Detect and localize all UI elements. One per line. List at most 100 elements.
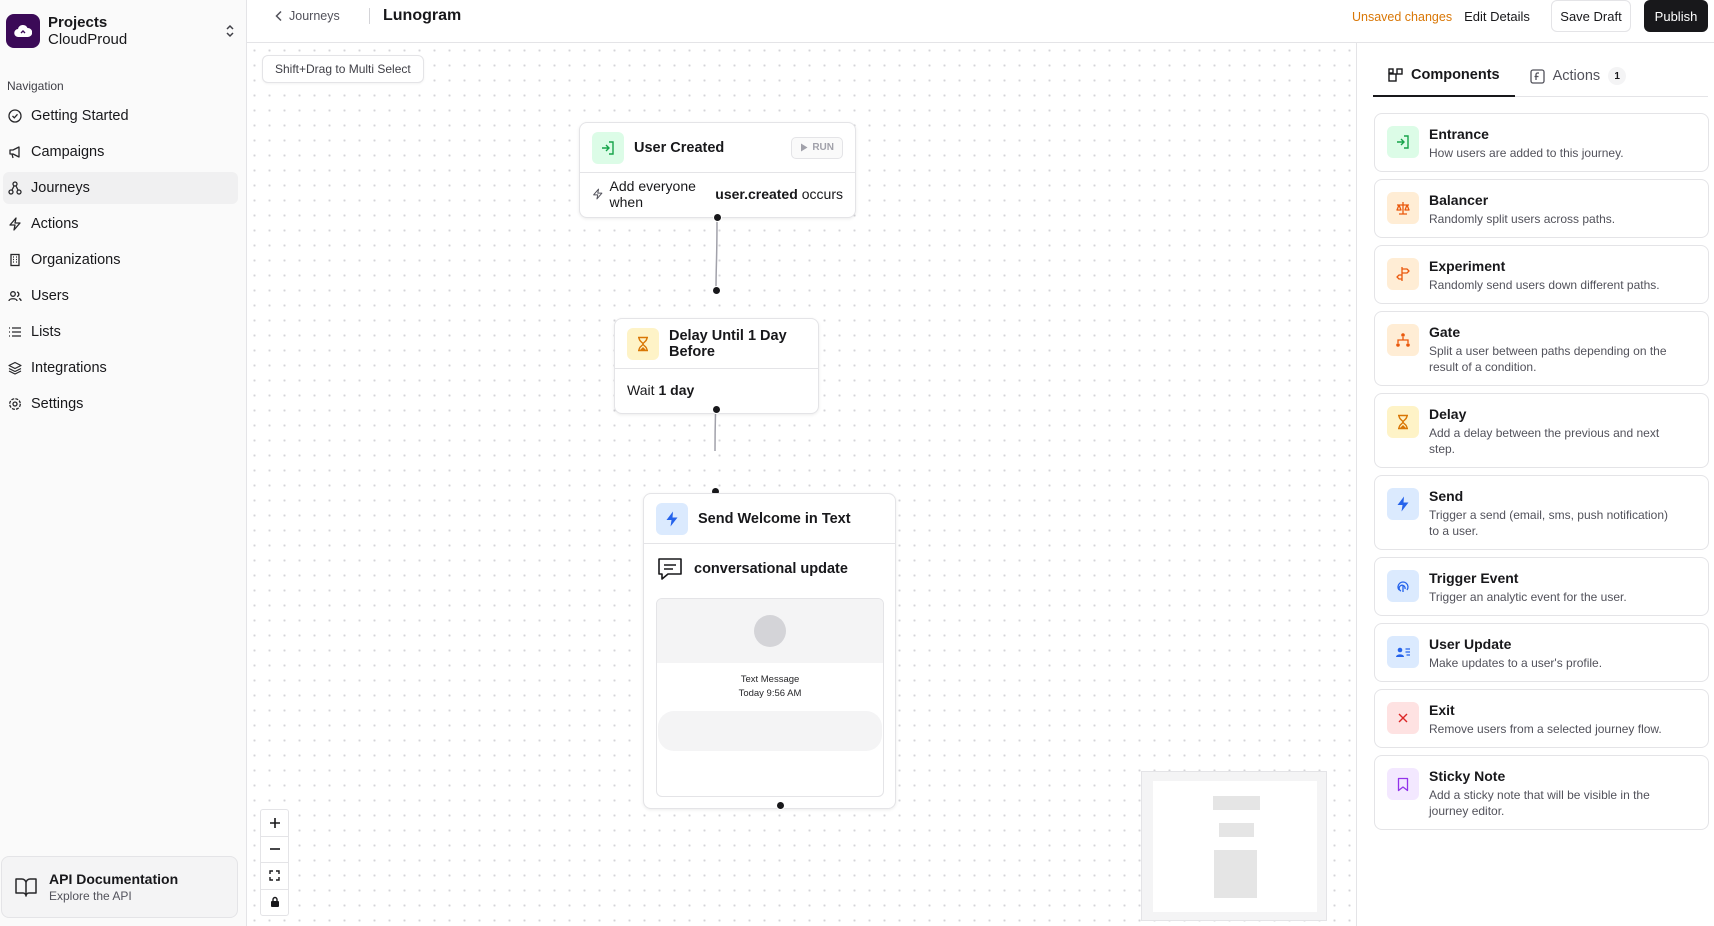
nav-label: Settings — [31, 396, 84, 412]
minimap[interactable] — [1141, 771, 1327, 921]
nav-item-settings[interactable]: Settings — [3, 388, 238, 420]
nav-item-organizations[interactable]: Organizations — [3, 244, 238, 276]
book-open-icon — [15, 878, 37, 897]
nav-item-getting-started[interactable]: Getting Started — [3, 100, 238, 132]
x-icon — [1387, 702, 1419, 734]
send-node-visible[interactable]: Send Welcome in Text conversational upda… — [643, 493, 896, 809]
component-desc: Randomly split users across paths. — [1429, 212, 1616, 226]
plus-icon — [269, 817, 280, 828]
panel-tabs: Components Actions 1 — [1373, 55, 1708, 97]
run-button[interactable]: RUN — [791, 136, 843, 159]
project-switcher[interactable]: Projects CloudProud — [6, 12, 238, 50]
component-title: Experiment — [1429, 258, 1506, 274]
tab-components-label: Components — [1411, 67, 1500, 83]
nav-item-lists[interactable]: Lists — [3, 316, 238, 348]
zoom-controls — [260, 809, 289, 916]
nav-item-users[interactable]: Users — [3, 280, 238, 312]
nav-label: Integrations — [31, 360, 107, 376]
project-label: Projects — [48, 14, 108, 31]
tab-components[interactable]: Components — [1373, 55, 1515, 97]
preview-time: Today 9:56 AM — [738, 688, 802, 699]
component-title: Balancer — [1429, 192, 1489, 208]
chat-bubble-icon — [658, 558, 682, 580]
minimap-node — [1214, 850, 1257, 898]
minimap-viewport — [1153, 781, 1317, 912]
minimap-node — [1213, 796, 1260, 810]
delay-input-handle[interactable] — [712, 286, 721, 295]
component-title: Delay — [1429, 406, 1467, 422]
tab-actions[interactable]: Actions 1 — [1515, 55, 1642, 97]
lock-button[interactable] — [261, 890, 288, 916]
entrance-icon — [592, 131, 624, 164]
nav-item-actions[interactable]: Actions — [3, 208, 238, 240]
edge-entrance-to-delay — [715, 217, 718, 291]
back-to-journeys-link[interactable]: Journeys — [275, 9, 340, 23]
play-icon — [801, 143, 808, 152]
component-trigger-event[interactable]: Trigger Event Trigger an analytic event f… — [1374, 557, 1709, 616]
send-output-handle[interactable] — [776, 801, 785, 810]
send-template-name: conversational update — [694, 561, 848, 577]
list-icon — [8, 325, 22, 339]
delay-output-handle[interactable] — [712, 405, 721, 414]
chevron-up-down-icon — [226, 24, 234, 38]
component-send[interactable]: Send Trigger a send (email, sms, push not… — [1374, 475, 1709, 550]
zoom-out-button[interactable] — [261, 837, 288, 863]
tab-actions-label: Actions — [1552, 68, 1601, 84]
bolt-icon — [8, 217, 22, 231]
message-bubble — [658, 711, 882, 751]
component-experiment[interactable]: Experiment Randomly send users down diffe… — [1374, 245, 1709, 304]
component-balancer[interactable]: Balancer Randomly split users across path… — [1374, 179, 1709, 238]
component-desc: Add a sticky note that will be visible i… — [1429, 788, 1650, 818]
zoom-in-button[interactable] — [261, 810, 288, 837]
check-circle-icon — [8, 109, 22, 123]
nav-label: Getting Started — [31, 108, 129, 124]
journey-title: Lunogram — [383, 7, 462, 24]
component-desc: How users are added to this journey. — [1429, 146, 1624, 160]
hourglass-icon — [1387, 406, 1419, 438]
minimap-node — [1219, 823, 1254, 837]
delay-node-title: Delay Until 1 Day Before — [669, 327, 787, 360]
api-subtitle: Explore the API — [49, 889, 132, 903]
avatar — [754, 615, 786, 647]
bookmark-icon — [1387, 768, 1419, 800]
delay-body-text: Wait — [627, 381, 655, 398]
lock-icon — [270, 897, 279, 908]
component-user-update[interactable]: User Update Make updates to a user's prof… — [1374, 623, 1709, 682]
component-entrance[interactable]: Entrance How users are added to this jour… — [1374, 113, 1709, 172]
api-documentation-link[interactable]: API Documentation Explore the API — [1, 856, 238, 918]
scale-icon — [1387, 192, 1419, 224]
user-card-icon — [1387, 636, 1419, 668]
publish-button[interactable]: Publish — [1644, 0, 1708, 32]
component-title: User Update — [1429, 636, 1512, 652]
nav-label: Users — [31, 288, 69, 304]
nav-item-integrations[interactable]: Integrations — [3, 352, 238, 384]
entrance-output-handle[interactable] — [713, 213, 722, 222]
chevron-left-icon — [275, 10, 282, 22]
component-exit[interactable]: Exit Remove users from a selected journey… — [1374, 689, 1709, 748]
gear-icon — [8, 397, 22, 411]
preview-kind: Text Message — [740, 674, 800, 685]
entrance-icon — [1387, 126, 1419, 158]
users-icon — [8, 289, 22, 303]
megaphone-icon — [8, 145, 22, 159]
nav-item-journeys[interactable]: Journeys — [3, 172, 238, 204]
component-sticky-note[interactable]: Sticky Note Add a sticky note that will b… — [1374, 755, 1709, 830]
save-draft-button[interactable]: Save Draft — [1551, 0, 1631, 32]
entrance-body-text: Add everyone when — [609, 177, 696, 210]
component-desc: Split a user between paths depending on … — [1429, 344, 1667, 374]
run-label: RUN — [812, 142, 834, 153]
nav-label: Actions — [31, 216, 79, 232]
fit-view-button[interactable] — [261, 863, 288, 890]
components-panel: Components Actions 1 Entrance How users a… — [1356, 43, 1714, 926]
fit-view-icon — [269, 870, 280, 881]
component-gate[interactable]: Gate Split a user between paths depending… — [1374, 311, 1709, 386]
edit-details-button[interactable]: Edit Details — [1462, 0, 1532, 32]
component-title: Send — [1429, 488, 1464, 504]
signpost-icon — [1387, 258, 1419, 290]
nav-list: Getting Started Campaigns Journeys Actio… — [0, 100, 247, 424]
nav-item-campaigns[interactable]: Campaigns — [3, 136, 238, 168]
actions-count-badge: 1 — [1608, 67, 1627, 85]
entrance-node[interactable]: User Created RUN Add everyone when user.… — [579, 122, 856, 218]
delay-node-card[interactable]: Delay Until 1 Day Before Wait 1 day — [614, 318, 819, 414]
component-delay[interactable]: Delay Add a delay between the previous an… — [1374, 393, 1709, 468]
